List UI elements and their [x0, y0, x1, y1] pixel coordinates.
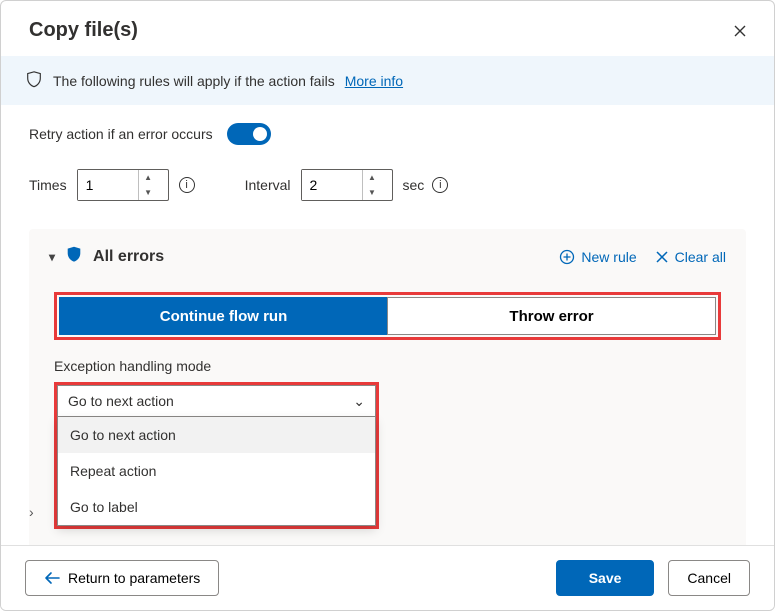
interval-down-icon[interactable]: ▼ — [363, 185, 382, 200]
times-spin[interactable]: ▲ ▼ — [77, 169, 169, 201]
interval-input[interactable] — [302, 170, 362, 200]
clear-all-button[interactable]: Clear all — [655, 249, 726, 265]
advanced-expander[interactable]: › — [29, 504, 34, 520]
close-icon — [732, 23, 748, 39]
errors-title: All errors — [93, 248, 164, 266]
segmented-highlight: Continue flow run Throw error — [54, 292, 721, 340]
shield-icon — [25, 70, 43, 91]
new-rule-button[interactable]: New rule — [559, 249, 636, 265]
segmented-control: Continue flow run Throw error — [59, 297, 716, 335]
interval-unit: sec — [403, 177, 425, 193]
x-icon — [655, 250, 669, 264]
interval-spin[interactable]: ▲ ▼ — [301, 169, 393, 201]
mode-option[interactable]: Repeat action — [58, 453, 375, 489]
plus-circle-icon — [559, 249, 575, 265]
close-button[interactable] — [730, 21, 750, 41]
retry-toggle[interactable] — [227, 123, 271, 145]
retry-label: Retry action if an error occurs — [29, 126, 213, 142]
times-up-icon[interactable]: ▲ — [139, 170, 158, 185]
dialog: Copy file(s) The following rules will ap… — [0, 0, 775, 611]
errors-panel: ▾ All errors New rule Clear all — [29, 229, 746, 549]
chevron-down-icon: ▾ — [49, 250, 55, 264]
cancel-button[interactable]: Cancel — [668, 560, 750, 596]
save-button[interactable]: Save — [556, 560, 655, 596]
interval-label: Interval — [245, 177, 291, 193]
mode-dropdown-highlight: Go to next action ⌄ Go to next action Re… — [54, 382, 379, 529]
more-info-link[interactable]: More info — [345, 73, 403, 89]
times-down-icon[interactable]: ▼ — [139, 185, 158, 200]
dialog-footer: Return to parameters Save Cancel — [1, 545, 774, 610]
mode-label: Exception handling mode — [54, 358, 721, 374]
dialog-title: Copy file(s) — [29, 19, 138, 42]
times-input[interactable] — [78, 170, 138, 200]
info-bar: The following rules will apply if the ac… — [1, 56, 774, 105]
chevron-down-icon: ⌄ — [353, 393, 365, 410]
info-text: The following rules will apply if the ac… — [53, 73, 335, 89]
tab-throw-error[interactable]: Throw error — [387, 297, 716, 335]
errors-title-row[interactable]: ▾ All errors — [49, 245, 164, 268]
times-label: Times — [29, 177, 67, 193]
dialog-body: Retry action if an error occurs Times ▲ … — [1, 105, 774, 549]
interval-up-icon[interactable]: ▲ — [363, 170, 382, 185]
dialog-header: Copy file(s) — [1, 1, 774, 56]
mode-option[interactable]: Go to label — [58, 489, 375, 525]
mode-selected-value: Go to next action — [68, 393, 174, 409]
retry-row: Retry action if an error occurs — [29, 123, 746, 145]
chevron-right-icon: › — [29, 504, 34, 520]
mode-dropdown[interactable]: Go to next action ⌄ — [57, 385, 376, 417]
info-icon[interactable]: i — [432, 177, 448, 193]
return-to-parameters-button[interactable]: Return to parameters — [25, 560, 219, 596]
tab-continue-flow-run[interactable]: Continue flow run — [59, 297, 387, 335]
mode-option[interactable]: Go to next action — [58, 417, 375, 453]
info-icon[interactable]: i — [179, 177, 195, 193]
retry-fields: Times ▲ ▼ i Interval ▲ ▼ — [29, 169, 746, 201]
shield-icon — [65, 245, 83, 268]
arrow-left-icon — [44, 571, 60, 585]
mode-dropdown-list: Go to next action Repeat action Go to la… — [57, 417, 376, 526]
